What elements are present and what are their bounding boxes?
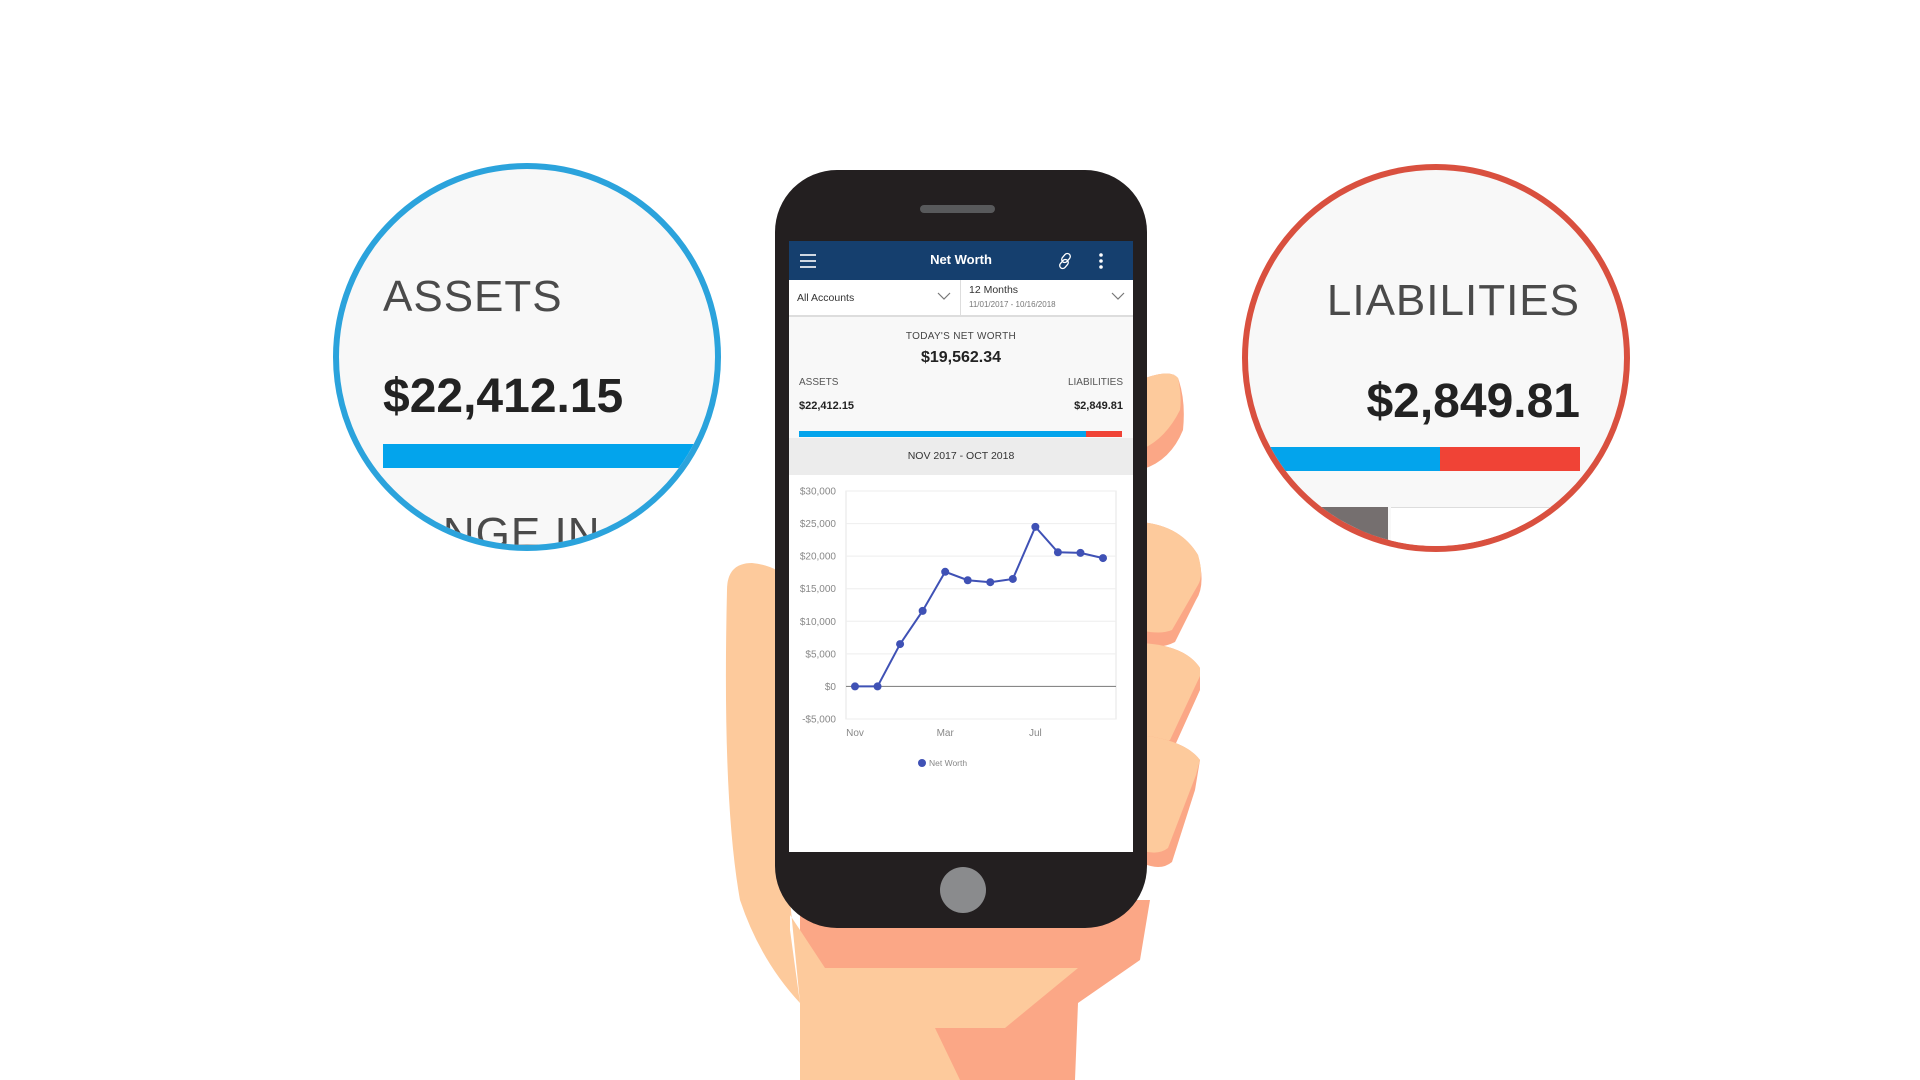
more-vertical-icon[interactable] [1091, 249, 1115, 273]
assets-liabilities-bar [799, 431, 1122, 437]
magnified-list-toggle [1391, 507, 1624, 546]
data-point [1031, 522, 1040, 531]
chart-period-label: NOV 2017 - OCT 2018 [907, 450, 1015, 462]
y-tick-label: -$5,000 [802, 715, 836, 726]
phone-speaker [920, 205, 995, 213]
phone-screen: Net Worth All Accounts 12 Months 11/01/2… [789, 241, 1133, 852]
magnified-liabilities-label: LIABILITIES [1326, 276, 1580, 325]
y-tick-label: $20,000 [800, 552, 837, 563]
line-chart: $30,000 $25,000 $20,000 $15,000 $10,000 $5,00… [800, 487, 1117, 768]
magnified-chart-toggle [1248, 507, 1388, 546]
x-tick-label: Jul [1029, 728, 1042, 739]
finger-4 [1140, 735, 1200, 867]
data-point [1008, 574, 1017, 583]
net-worth-label: TODAY'S NET WORTH [905, 331, 1017, 342]
finger-2 [1140, 522, 1202, 647]
chevron-down-icon [937, 292, 951, 300]
magnified-assets-value: $22,412.15 [383, 370, 624, 423]
chart-period-band: NOV 2017 - OCT 2018 [789, 438, 1133, 475]
assets-bar-segment [799, 431, 1086, 437]
page-title: Net Worth [930, 252, 992, 267]
link-icon[interactable] [1054, 249, 1078, 273]
y-tick-label: $25,000 [800, 519, 837, 530]
magnified-assets-bar [383, 444, 715, 468]
y-tick-label: $5,000 [805, 649, 836, 660]
data-point [1053, 548, 1062, 557]
liabilities-value: $2,849.81 [1074, 400, 1123, 412]
data-point [851, 682, 859, 691]
liabilities-bar-segment [1085, 431, 1122, 437]
legend-label: Net Worth [929, 758, 967, 768]
magnified-liabilities-value: $2,849.81 [1366, 375, 1580, 428]
assets-magnifier: ASSETS $22,412.15 CHANGE IN [333, 163, 721, 551]
net-worth-value: $19,562.34 [920, 349, 1002, 366]
x-tick-label: Nov [846, 728, 864, 739]
magnified-change-label: CHANGE IN [347, 509, 601, 551]
data-point [1099, 554, 1107, 563]
account-selector-value: All Accounts [797, 292, 855, 304]
data-point [1076, 548, 1085, 557]
y-tick-label: $10,000 [800, 617, 837, 628]
plot-area [845, 490, 1117, 720]
data-point [873, 682, 882, 691]
assets-label: ASSETS [799, 377, 839, 388]
y-tick-label: $30,000 [800, 487, 837, 498]
data-point [941, 567, 950, 576]
data-point [896, 640, 905, 649]
period-selector-value: 12 Months [969, 284, 1019, 296]
period-selector[interactable]: 12 Months 11/01/2017 - 10/16/2018 [961, 280, 1133, 315]
data-point [986, 578, 995, 587]
phone-device: Net Worth All Accounts 12 Months 11/01/2… [775, 170, 1147, 928]
legend-marker [918, 759, 926, 767]
magnified-assets-bar-segment [1248, 447, 1440, 471]
app-header: Net Worth [789, 241, 1133, 280]
liabilities-label: LIABILITIES [1067, 377, 1123, 388]
magnified-liabilities-bar-segment [1440, 447, 1580, 471]
liabilities-magnifier: LIABILITIES $2,849.81 [1242, 164, 1630, 552]
home-button[interactable] [940, 867, 986, 913]
magnified-assets-label: ASSETS [383, 272, 563, 321]
y-tick-label: $15,000 [800, 584, 837, 595]
chevron-down-icon [1111, 292, 1125, 300]
data-point [963, 576, 972, 585]
x-tick-label: Mar [937, 728, 955, 739]
y-tick-label: $0 [825, 682, 837, 693]
assets-value: $22,412.15 [799, 400, 855, 412]
data-point [918, 606, 927, 615]
account-selector[interactable]: All Accounts [789, 280, 961, 315]
net-worth-chart: $30,000 $25,000 $20,000 $15,000 $10,000 $5,00… [789, 475, 1133, 852]
filter-bar: All Accounts 12 Months 11/01/2017 - 10/1… [789, 280, 1133, 317]
period-date-range: 11/01/2017 - 10/16/2018 [969, 300, 1056, 309]
